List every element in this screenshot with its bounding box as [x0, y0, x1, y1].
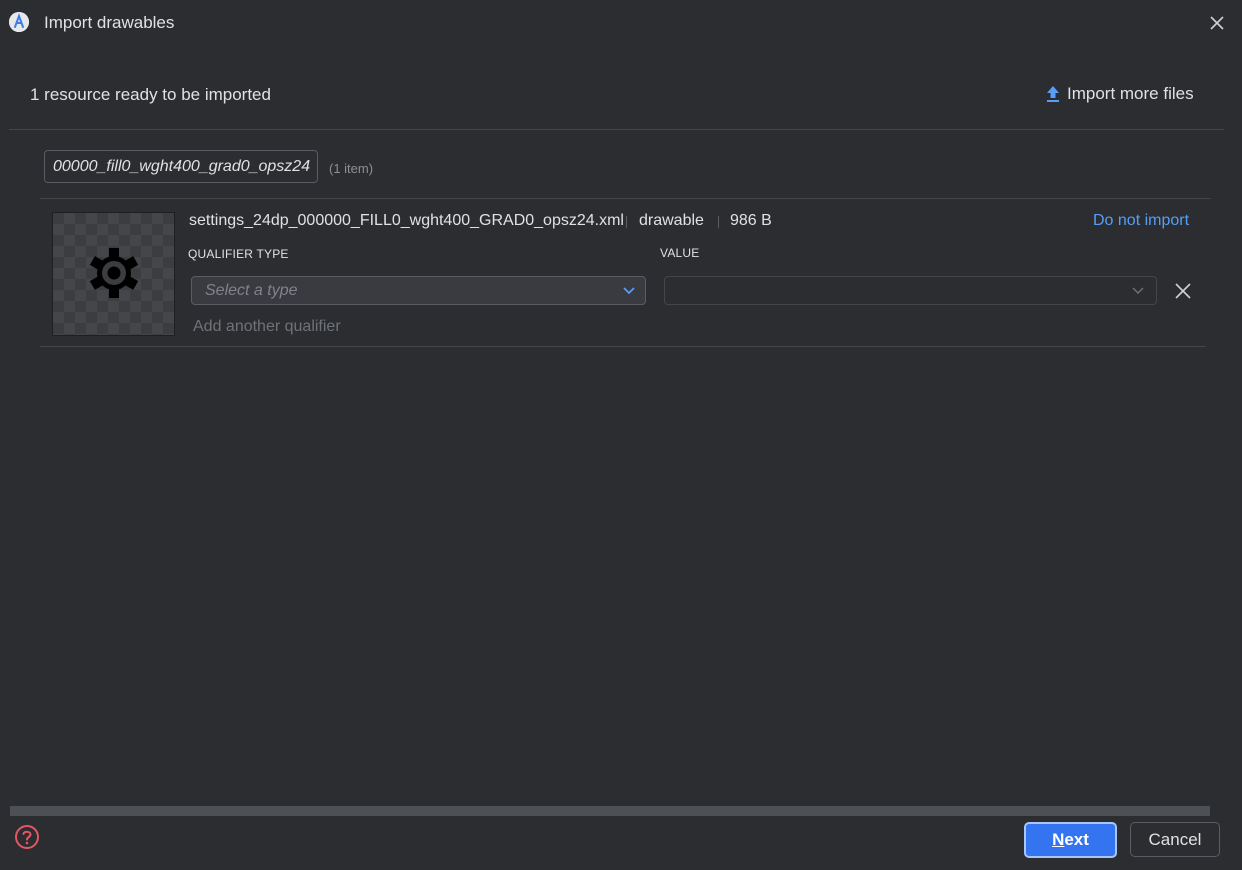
do-not-import-link[interactable]: Do not import	[1093, 212, 1189, 230]
chevron-down-icon	[1132, 287, 1144, 294]
item-count: (1 item)	[329, 161, 374, 176]
resource-file-name: settings_24dp_000000_FILL0_wght400_GRAD0…	[189, 212, 624, 229]
qualifier-type-placeholder: Select a type	[205, 282, 298, 299]
cancel-button[interactable]: Cancel	[1130, 822, 1220, 857]
resource-type: drawable	[639, 212, 704, 229]
horizontal-scrollbar[interactable]	[10, 806, 1210, 816]
chevron-down-icon	[623, 287, 635, 295]
import-more-files-label: Import more files	[1067, 84, 1194, 103]
resource-size: 986 B	[730, 212, 772, 229]
close-icon[interactable]	[1205, 11, 1229, 35]
resource-summary: 1 resource ready to be imported	[30, 85, 271, 104]
window-title: Import drawables	[44, 13, 175, 32]
folder-name-field[interactable]: 00000_fill0_wght400_grad0_opsz24	[44, 150, 318, 183]
settings-gear-icon	[87, 246, 141, 300]
qualifier-type-select[interactable]: Select a type	[191, 276, 646, 305]
divider	[40, 346, 1206, 347]
remove-qualifier-icon[interactable]	[1172, 280, 1194, 302]
separator	[718, 216, 719, 228]
next-label: ext	[1064, 830, 1089, 849]
title-bar: Import drawables	[0, 0, 1242, 46]
next-mnemonic: N	[1052, 830, 1065, 849]
add-another-qualifier-link[interactable]: Add another qualifier	[193, 318, 341, 336]
value-label: VALUE	[660, 246, 700, 260]
divider	[40, 198, 1211, 199]
divider	[9, 129, 1224, 130]
qualifier-type-label: QUALIFIER TYPE	[188, 247, 289, 261]
import-more-files-link[interactable]: Import more files	[1045, 84, 1194, 104]
next-button[interactable]: Next	[1024, 822, 1117, 858]
help-icon[interactable]	[14, 824, 40, 850]
separator	[626, 216, 627, 228]
android-studio-icon	[9, 12, 29, 32]
qualifier-value-select[interactable]	[664, 276, 1157, 305]
upload-icon	[1047, 86, 1059, 102]
